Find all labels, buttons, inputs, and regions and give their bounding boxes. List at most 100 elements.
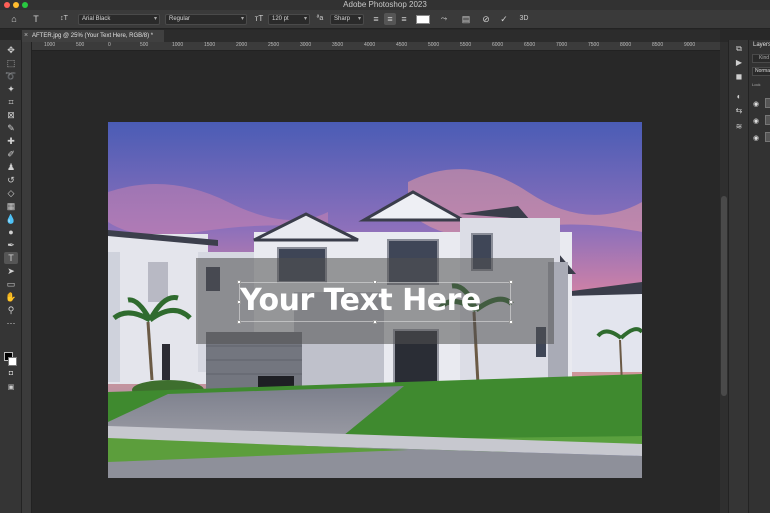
visibility-eye-icon[interactable]: ◉ — [753, 117, 759, 125]
blur-icon[interactable]: 💧 — [4, 213, 18, 225]
lock-label: Lock — [752, 82, 761, 87]
font-family-value: Arial Black — [82, 16, 111, 22]
ruler-label: 4000 — [364, 42, 376, 48]
document-tab[interactable]: × AFTER.jpg @ 25% (Your Text Here, RGB/8… — [22, 30, 164, 42]
ruler-label: 3500 — [332, 42, 344, 48]
photoshop-window: Adobe Photoshop 2023 ⌂ T ↕T Arial Black ▾… — [0, 0, 770, 513]
gradient-icon[interactable]: ▦ — [4, 200, 18, 212]
healing-icon[interactable]: ✚ — [4, 135, 18, 147]
lasso-icon[interactable]: ➰ — [4, 70, 18, 82]
history-panel-icon[interactable]: ⧉ — [734, 44, 744, 54]
commit-check-icon[interactable]: ✓ — [498, 13, 510, 25]
font-family-select[interactable]: Arial Black ▾ — [78, 14, 160, 25]
layers-panel-title[interactable]: Layers — [753, 40, 770, 50]
font-style-value: Regular — [169, 16, 191, 22]
home-icon[interactable]: ⌂ — [8, 13, 20, 25]
actions-play-icon[interactable]: ▶ — [734, 58, 744, 68]
chevron-down-icon: ▾ — [153, 16, 157, 22]
eraser-icon[interactable]: ◇ — [4, 187, 18, 199]
antialias-value: Sharp — [334, 16, 351, 22]
dodge-icon[interactable]: ● — [4, 226, 18, 238]
align-left-icon[interactable]: ≡ — [370, 13, 382, 25]
ruler-label: 8000 — [620, 42, 632, 48]
ruler-label: 8500 — [652, 42, 664, 48]
move-icon[interactable]: ✥ — [4, 44, 18, 56]
pen-icon[interactable]: ✒ — [4, 239, 18, 251]
rectangle-icon[interactable]: ▭ — [4, 278, 18, 290]
cancel-icon[interactable]: ⊘ — [480, 13, 492, 25]
path-select-icon[interactable]: ➤ — [4, 265, 18, 277]
chevron-down-icon: ▾ — [357, 16, 361, 22]
stamp-icon[interactable]: ♟ — [4, 161, 18, 173]
frame-icon[interactable]: ⊠ — [4, 109, 18, 121]
more-icon[interactable]: ⋯ — [4, 317, 18, 329]
brush-icon[interactable]: ✐ — [4, 148, 18, 160]
layer-thumbnail[interactable] — [765, 115, 770, 125]
window-title: Adobe Photoshop 2023 — [343, 0, 427, 9]
text-orientation-icon[interactable]: ↕T — [58, 13, 70, 25]
ruler-label: 2000 — [236, 42, 248, 48]
transform-handle[interactable] — [509, 320, 513, 324]
ruler-label: 500 — [76, 42, 85, 48]
document-tab-bar: × AFTER.jpg @ 25% (Your Text Here, RGB/8… — [22, 30, 720, 42]
ruler-label: 5500 — [460, 42, 472, 48]
title-bar: Adobe Photoshop 2023 — [0, 0, 770, 10]
ruler-label: 7000 — [556, 42, 568, 48]
background-color-swatch[interactable] — [8, 357, 17, 366]
document-tab-label: AFTER.jpg @ 25% (Your Text Here, RGB/8) … — [32, 33, 154, 39]
font-style-select[interactable]: Regular ▾ — [165, 14, 247, 25]
type-icon[interactable]: T — [4, 252, 18, 264]
font-size-select[interactable]: 120 pt ▾ — [268, 14, 310, 25]
libraries-icon[interactable]: ◼ — [734, 72, 744, 82]
vertical-ruler — [22, 42, 32, 513]
ruler-label: 7500 — [588, 42, 600, 48]
crop-icon[interactable]: ⌗ — [4, 96, 18, 108]
visibility-eye-icon[interactable]: ◉ — [753, 100, 759, 108]
layer-filter-kind[interactable]: Kind — [752, 54, 770, 63]
ruler-label: 5000 — [428, 42, 440, 48]
layers-panel-icon[interactable]: ≋ — [734, 122, 744, 132]
scrollbar-thumb[interactable] — [721, 196, 727, 396]
ruler-label: 2500 — [268, 42, 280, 48]
align-right-icon[interactable]: ≡ — [398, 13, 410, 25]
options-bar: ⌂ T ↕T Arial Black ▾ Regular ▾ тT 120 pt ▾ … — [0, 10, 770, 29]
quick-mask-icon[interactable]: ◘ — [4, 368, 18, 380]
eyedropper-icon[interactable]: ✎ — [4, 122, 18, 134]
close-icon[interactable]: × — [24, 30, 28, 42]
layer-thumbnail[interactable] — [765, 98, 770, 108]
history-brush-icon[interactable]: ↺ — [4, 174, 18, 186]
ruler-label: 500 — [140, 42, 149, 48]
hand-icon[interactable]: ✋ — [4, 291, 18, 303]
antialias-icon: ªa — [316, 15, 324, 22]
ruler-label: 6000 — [492, 42, 504, 48]
warp-text-icon[interactable]: ⤳ — [438, 13, 450, 25]
transform-handle[interactable] — [237, 320, 241, 324]
ruler-label: 1000 — [44, 42, 56, 48]
type-tool-preset-icon[interactable]: T — [30, 13, 42, 25]
layer-thumbnail[interactable] — [765, 132, 770, 142]
magic-wand-icon[interactable]: ✦ — [4, 83, 18, 95]
ruler-label: 0 — [108, 42, 111, 48]
overlay-text[interactable]: Your Text Here — [240, 283, 512, 319]
ruler-label: 1500 — [204, 42, 216, 48]
screen-mode-icon[interactable]: ▣ — [4, 382, 18, 394]
marquee-icon[interactable]: ⬚ — [4, 57, 18, 69]
text-color-swatch[interactable] — [416, 15, 430, 24]
antialias-select[interactable]: Sharp ▾ — [330, 14, 364, 25]
character-panel-icon[interactable]: ▤ — [460, 13, 472, 25]
adjustments-icon[interactable]: ⇆ — [734, 106, 744, 116]
chevron-down-icon: ▾ — [303, 16, 307, 22]
properties-icon[interactable]: ◐ — [734, 92, 744, 102]
font-size-icon: тT — [254, 14, 264, 23]
chevron-down-icon: ▾ — [240, 16, 244, 22]
horizontal-ruler: 1000 500 0 500 1000 1500 2000 2500 3000 … — [32, 42, 720, 51]
ruler-label: 4500 — [396, 42, 408, 48]
align-center-icon[interactable]: ≡ — [384, 13, 396, 25]
blend-mode-select[interactable]: Normal — [752, 67, 770, 76]
visibility-eye-icon[interactable]: ◉ — [753, 134, 759, 142]
transform-handle[interactable] — [373, 320, 377, 324]
panel-icon-strip: ⧉ ▶ ◼ ◐ ⇆ ≋ — [728, 40, 748, 513]
ruler-label: 6500 — [524, 42, 536, 48]
3d-icon[interactable]: 3D — [518, 13, 530, 25]
zoom-icon[interactable]: ⚲ — [4, 304, 18, 316]
